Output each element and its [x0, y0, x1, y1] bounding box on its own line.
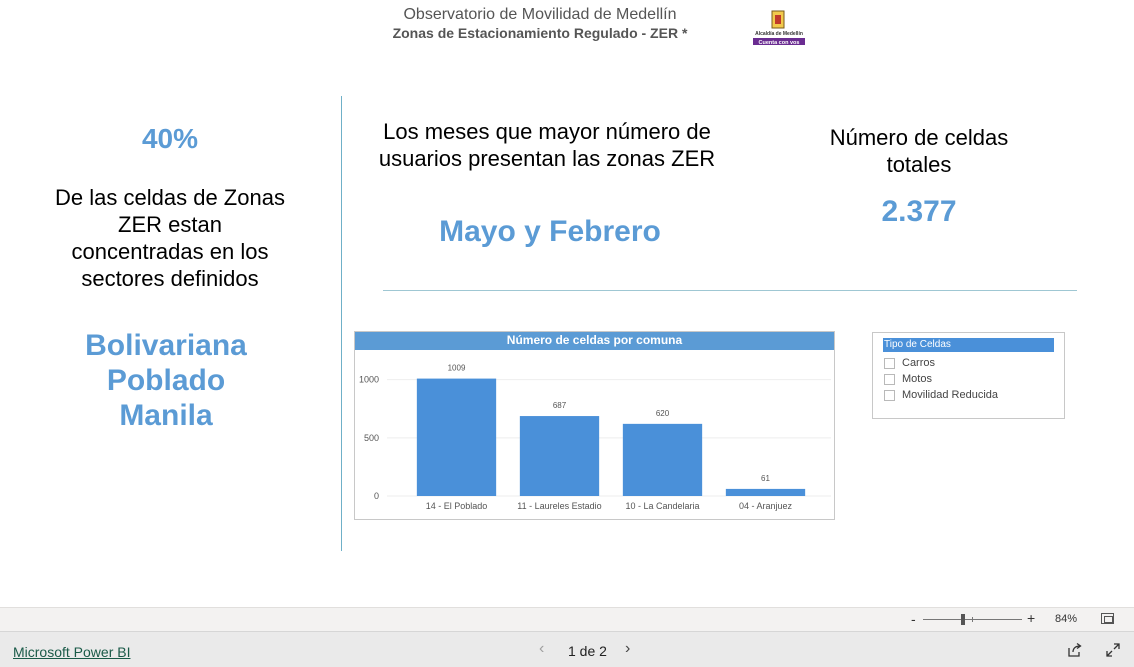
previous-page-button[interactable]: ‹	[539, 640, 544, 658]
months-kpi: Mayo y Febrero	[439, 215, 661, 248]
bar[interactable]	[622, 423, 703, 496]
y-tick-label: 500	[364, 433, 379, 443]
slicer-item-label: Carros	[902, 357, 936, 369]
zoom-level: 84%	[1055, 613, 1078, 625]
report-title: Observatorio de Movilidad de Medellín	[403, 6, 677, 23]
slicer-item-motos[interactable]: Motos	[884, 372, 932, 386]
fullscreen-icon[interactable]	[1105, 642, 1121, 658]
zoom-in-button[interactable]: +	[1027, 610, 1035, 626]
sector-name: Manila	[119, 399, 213, 432]
percent-kpi: 40%	[141, 123, 199, 154]
slicer-item-carros[interactable]: Carros	[884, 356, 935, 370]
data-label: 620	[656, 409, 670, 418]
bar[interactable]	[519, 416, 600, 496]
slicer-item-movilidad-reducida[interactable]: Movilidad Reducida	[884, 388, 998, 402]
svg-text:Cuenta con vos: Cuenta con vos	[759, 40, 800, 46]
vertical-divider	[341, 96, 342, 551]
data-label: 687	[553, 401, 567, 410]
cell-type-slicer[interactable]: Tipo de Celdas Carros Motos Movilidad Re…	[872, 332, 1065, 419]
slicer-title: Tipo de Celdas	[883, 338, 1054, 352]
bottom-bar: Microsoft Power BI ‹ 1 de 2 ›	[0, 631, 1134, 667]
chart-title: Número de celdas por comuna	[355, 332, 834, 350]
page-indicator: 1 de 2	[568, 643, 607, 659]
horizontal-divider	[383, 290, 1077, 291]
chart-plot: 0 500 1000 1009 14 - El Poblado 687 11 - Laure…	[359, 364, 831, 511]
fit-to-page-icon[interactable]	[1101, 613, 1114, 624]
share-icon[interactable]	[1067, 642, 1083, 658]
x-tick-label: 04 - Aranjuez	[739, 501, 793, 511]
months-description: Los meses que mayor número de usuarios p…	[378, 119, 716, 171]
x-tick-label: 11 - Laureles Estadio	[517, 501, 601, 511]
cells-description: Número de celdas totales	[829, 125, 1009, 177]
checkbox[interactable]	[884, 357, 895, 369]
zoom-bar: - + 84%	[0, 607, 1134, 631]
cells-kpi: 2.377	[881, 195, 957, 228]
sectors-list: Bolivariana Poblado Manila	[50, 328, 282, 433]
x-tick-label: 14 - El Poblado	[426, 501, 488, 511]
cells-by-comuna-chart[interactable]: Número de celdas por comuna 0 500 1000 1009…	[354, 331, 835, 520]
y-tick-label: 1000	[359, 375, 379, 385]
x-tick-label: 10 - La Candelaria	[625, 501, 699, 511]
alcaldia-logo: Alcaldía de Medellín Cuenta con vos	[753, 10, 805, 46]
next-page-button[interactable]: ›	[625, 640, 630, 658]
svg-text:Alcaldía de Medellín: Alcaldía de Medellín	[755, 31, 803, 37]
percent-description: De las celdas de Zonas ZER estan concent…	[55, 185, 285, 291]
zoom-slider-tick	[972, 617, 973, 622]
zoom-out-button[interactable]: -	[911, 611, 916, 627]
data-label: 61	[761, 474, 770, 483]
checkbox[interactable]	[884, 389, 895, 401]
zoom-slider-thumb[interactable]	[961, 614, 965, 625]
bar[interactable]	[416, 378, 497, 496]
y-tick-label: 0	[374, 491, 379, 501]
sector-name: Poblado	[106, 364, 226, 397]
sector-name: Bolivariana	[85, 329, 247, 362]
power-bi-link[interactable]: Microsoft Power BI	[13, 644, 130, 660]
bar[interactable]	[725, 488, 806, 496]
data-label: 1009	[448, 364, 466, 373]
slicer-item-label: Movilidad Reducida	[902, 389, 998, 401]
report-subtitle: Zonas de Estacionamiento Regulado - ZER …	[392, 25, 688, 41]
checkbox[interactable]	[884, 373, 895, 385]
slicer-item-label: Motos	[902, 373, 932, 385]
